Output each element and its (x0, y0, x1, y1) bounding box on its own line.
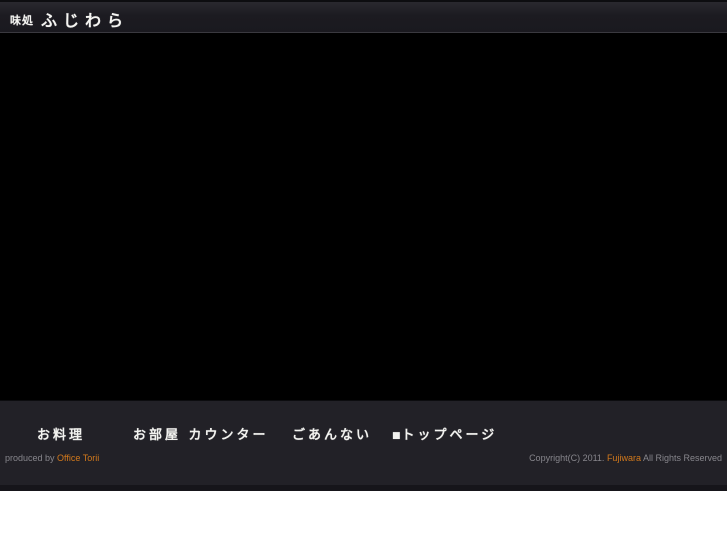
nav-item-top-page[interactable]: ■トップページ (392, 424, 497, 443)
copyright: Copyright(C) 2011. Fujiwara All Rights R… (529, 453, 722, 463)
logo-prefix: 味処 (10, 14, 34, 27)
produced-by: produced by Office Torii (5, 453, 99, 463)
bottom-bar: お料理 お部屋 カウンター ごあんない ■トップページ produced by … (0, 400, 727, 485)
copyright-brand: Fujiwara (606, 453, 641, 463)
main-visual (0, 33, 727, 400)
nav-item-label: トップページ (401, 428, 498, 443)
copyright-prefix: Copyright(C) 2011. (529, 453, 607, 463)
produced-by-brand-link[interactable]: Office Torii (57, 453, 99, 463)
copyright-suffix: All Rights Reserved (640, 453, 722, 463)
nav-item-rooms-counter[interactable]: お部屋 カウンター (133, 424, 269, 443)
produced-by-text: produced by (5, 453, 58, 463)
square-bullet-icon: ■ (392, 431, 402, 441)
nav-item-guide[interactable]: ごあんない (292, 424, 372, 443)
logo-name: ふじわら (41, 11, 130, 30)
nav-item-label: ごあんない (292, 428, 373, 443)
nav-item-label: お料理 (37, 428, 86, 443)
site-header: 味処 ふじわら (0, 0, 727, 33)
footer-nav: お料理 お部屋 カウンター ごあんない ■トップページ (0, 401, 727, 448)
credits-row: produced by Office Torii Copyright(C) 20… (0, 453, 727, 467)
bottom-strip (0, 485, 727, 491)
page: 味処 ふじわら お料理 お部屋 カウンター ごあんない ■トップページ produ… (0, 0, 727, 545)
nav-item-food[interactable]: お料理 (37, 424, 85, 443)
nav-item-label: お部屋 カウンター (133, 428, 269, 443)
site-logo[interactable]: 味処 ふじわら (10, 7, 129, 31)
